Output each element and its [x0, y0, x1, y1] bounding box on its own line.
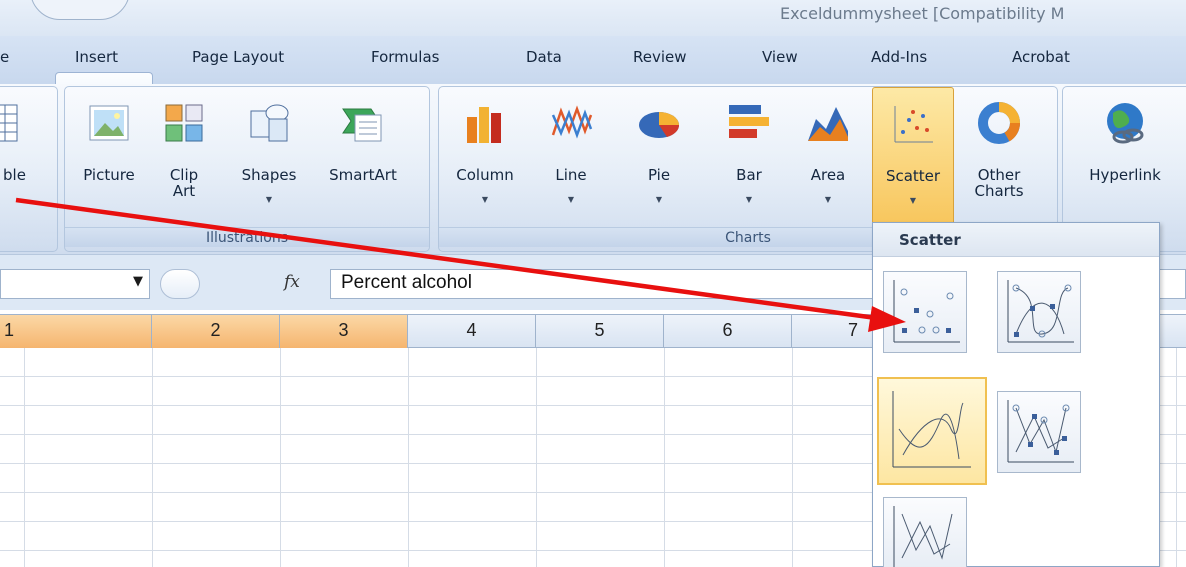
- tab-page-layout[interactable]: Page Layout: [192, 48, 284, 66]
- picture-button[interactable]: Picture: [69, 87, 149, 225]
- other-charts-icon: [978, 102, 1020, 144]
- area-chart-icon: [808, 107, 848, 141]
- column-header-5[interactable]: 5: [536, 315, 664, 348]
- tab-review[interactable]: Review: [633, 48, 687, 66]
- formula-bar-resize-handle[interactable]: [160, 269, 200, 299]
- tab-view[interactable]: View: [762, 48, 798, 66]
- scatter-smooth-lines-option[interactable]: [877, 377, 987, 485]
- column-header-3[interactable]: 3: [280, 315, 408, 348]
- area-label: Area: [810, 166, 846, 184]
- bar-chart-icon: [729, 105, 769, 138]
- table-button[interactable]: ble: [0, 87, 51, 225]
- column-chart-icon: [467, 107, 501, 143]
- line-chart-button[interactable]: Line ▼: [539, 87, 603, 225]
- scatter-smooth-markers-icon: [1007, 280, 1074, 343]
- scatter-straight-lines-icon: [893, 506, 953, 567]
- clip-art-button[interactable]: Clip Art: [153, 87, 215, 225]
- column-header-6[interactable]: 6: [664, 315, 792, 348]
- tab-formulas[interactable]: Formulas: [371, 48, 439, 66]
- table-icon: [0, 104, 18, 142]
- area-dropdown-arrow: ▼: [824, 195, 832, 204]
- column-header-2[interactable]: 2: [152, 315, 280, 348]
- pie-dropdown-arrow: ▼: [655, 195, 663, 204]
- scatter-chart-button[interactable]: Scatter ▼: [872, 87, 954, 225]
- shapes-button[interactable]: Shapes ▼: [225, 87, 313, 225]
- group-tables: ble: [0, 86, 58, 252]
- tab-acrobat[interactable]: Acrobat: [1012, 48, 1070, 66]
- scatter-straight-lines-option[interactable]: [883, 497, 967, 567]
- pie-chart-button[interactable]: Pie ▼: [617, 87, 701, 225]
- illustrations-group-label: Illustrations: [65, 227, 429, 247]
- formula-controls: fx: [160, 269, 335, 299]
- name-box-dropdown-icon[interactable]: ▼: [133, 274, 143, 289]
- clip-art-label: Clip Art: [169, 166, 199, 200]
- shapes-icon: [250, 104, 289, 142]
- tab-data[interactable]: Data: [526, 48, 562, 66]
- scatter-straight-markers-icon: [1007, 400, 1074, 463]
- line-dropdown-arrow: ▼: [567, 195, 575, 204]
- bar-chart-button[interactable]: Bar ▼: [713, 87, 785, 225]
- tab-add-ins[interactable]: Add-Ins: [871, 48, 927, 66]
- shapes-dropdown-arrow: ▼: [265, 195, 273, 204]
- scatter-straight-lines-markers-option[interactable]: [997, 391, 1081, 473]
- tab-home-partial[interactable]: e: [0, 48, 9, 66]
- bar-label: Bar: [736, 166, 762, 184]
- smartart-button[interactable]: SmartArt: [315, 87, 411, 225]
- insert-function-icon[interactable]: fx: [284, 272, 300, 292]
- picture-icon: [89, 105, 129, 141]
- shapes-label: Shapes: [241, 166, 297, 184]
- smartart-icon: [342, 108, 382, 142]
- table-label: ble: [3, 166, 26, 184]
- scatter-dropdown-menu: Scatter: [872, 222, 1160, 567]
- hyperlink-label: Hyperlink: [1089, 166, 1161, 184]
- smartart-label: SmartArt: [329, 166, 397, 184]
- area-chart-button[interactable]: Area ▼: [795, 87, 861, 225]
- hyperlink-globe-icon: [1107, 103, 1144, 144]
- column-header-4[interactable]: 4: [408, 315, 536, 348]
- hyperlink-button[interactable]: Hyperlink: [1069, 87, 1181, 225]
- scatter-smooth-lines-markers-option[interactable]: [997, 271, 1081, 353]
- column-dropdown-arrow: ▼: [481, 195, 489, 204]
- column-chart-button[interactable]: Column ▼: [445, 87, 525, 225]
- office-button-edge[interactable]: [30, 0, 130, 20]
- scatter-markers-only-option[interactable]: [883, 271, 967, 353]
- line-label: Line: [555, 166, 587, 184]
- other-charts-button[interactable]: Other Charts: [959, 87, 1039, 225]
- scatter-label: Scatter: [885, 167, 941, 185]
- ribbon-tabs: e Insert Page Layout Formulas Data Revie…: [0, 36, 1186, 122]
- scatter-dropdown-arrow: ▼: [909, 196, 917, 205]
- title-bar: Exceldummysheet [Compatibility M: [0, 0, 1186, 36]
- scatter-chart-icon: [894, 106, 933, 143]
- group-illustrations: Picture Clip Art Shapes ▼ SmartArt Illus…: [64, 86, 430, 252]
- column-header-1[interactable]: 1: [0, 315, 152, 348]
- scatter-smooth-lines-icon: [892, 391, 971, 468]
- line-chart-icon: [551, 105, 593, 139]
- bar-dropdown-arrow: ▼: [745, 195, 753, 204]
- scatter-markers-icon: [893, 280, 960, 343]
- pie-chart-icon: [639, 112, 680, 138]
- other-charts-label: Other Charts: [974, 166, 1024, 200]
- column-label: Column: [456, 166, 514, 184]
- scatter-menu-title: Scatter: [873, 223, 1159, 257]
- window-title: Exceldummysheet [Compatibility M: [780, 4, 1065, 23]
- pie-label: Pie: [647, 166, 671, 184]
- tab-insert[interactable]: Insert: [75, 48, 118, 66]
- name-box[interactable]: ▼: [0, 269, 150, 299]
- picture-label: Picture: [83, 166, 135, 184]
- clip-art-icon: [165, 104, 203, 142]
